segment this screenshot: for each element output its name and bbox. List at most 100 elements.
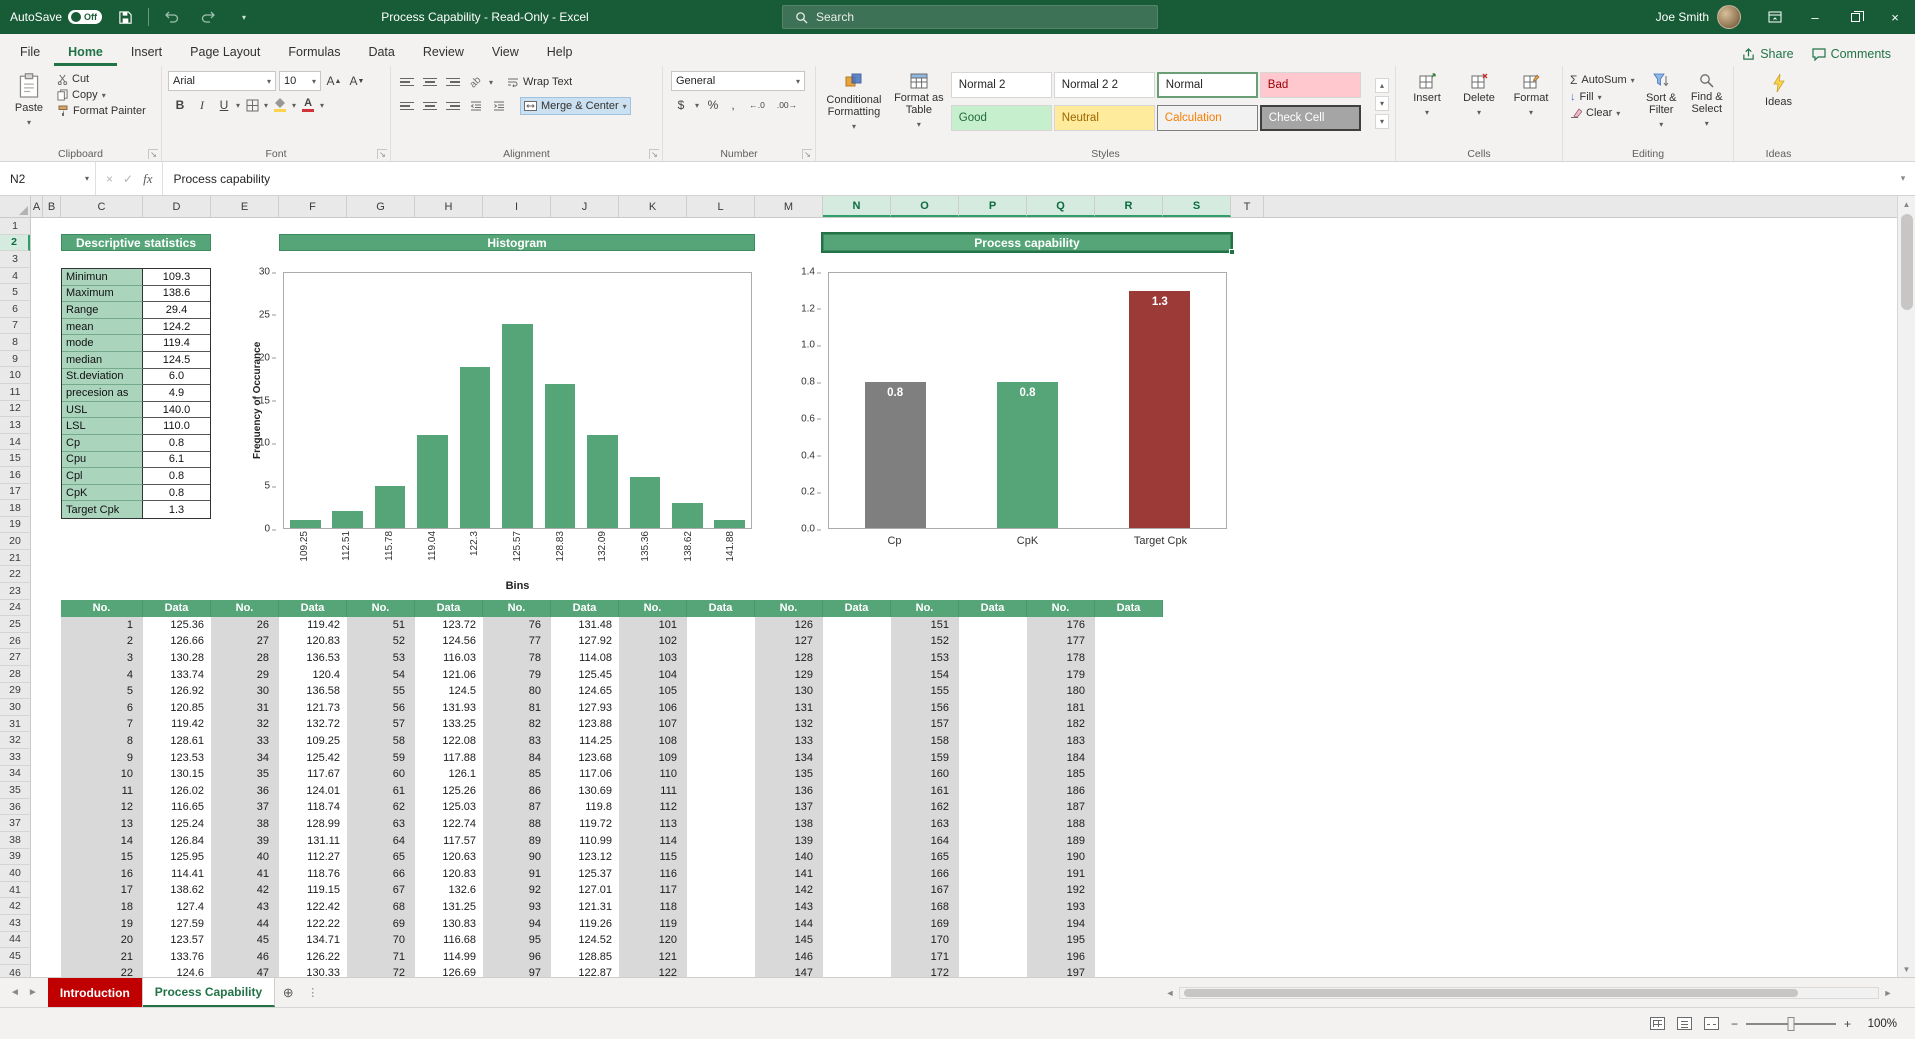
zoom-slider-thumb[interactable] [1787, 1017, 1794, 1031]
paste-button[interactable]: Paste▾ [4, 69, 54, 133]
no-cell[interactable]: 38 [211, 816, 279, 833]
data-cell[interactable]: 130.69 [551, 783, 619, 800]
data-cell[interactable]: 109.25 [279, 733, 347, 750]
font-size-select[interactable]: 10▾ [279, 71, 321, 91]
styles-scroll-down-button[interactable]: ▾ [1375, 96, 1389, 111]
font-name-select[interactable]: Arial▾ [168, 71, 276, 91]
data-cell[interactable] [823, 899, 891, 916]
no-cell[interactable]: 165 [891, 849, 959, 866]
no-cell[interactable]: 51 [347, 617, 415, 634]
comments-button[interactable]: Comments [1812, 47, 1891, 61]
row-header-1[interactable]: 1 [0, 218, 30, 235]
data-cell[interactable] [1095, 650, 1163, 667]
no-cell[interactable]: 80 [483, 683, 551, 700]
no-cell[interactable]: 82 [483, 716, 551, 733]
no-column-header[interactable]: No. [1027, 600, 1095, 617]
no-cell[interactable]: 44 [211, 915, 279, 932]
data-cell[interactable]: 117.06 [551, 766, 619, 783]
row-header-27[interactable]: 27 [0, 649, 30, 666]
scroll-right-arrow[interactable]: ► [1881, 986, 1895, 1000]
column-header-S[interactable]: S [1163, 196, 1231, 217]
no-cell[interactable]: 16 [61, 866, 143, 883]
data-cell[interactable]: 118.74 [279, 799, 347, 816]
data-cell[interactable]: 136.53 [279, 650, 347, 667]
data-cell[interactable]: 127.92 [551, 633, 619, 650]
data-cell[interactable] [959, 866, 1027, 883]
row-header-38[interactable]: 38 [0, 832, 30, 849]
no-cell[interactable]: 152 [891, 633, 959, 650]
no-cell[interactable]: 104 [619, 666, 687, 683]
data-cell[interactable] [1095, 832, 1163, 849]
no-cell[interactable]: 132 [755, 716, 823, 733]
no-cell[interactable]: 52 [347, 633, 415, 650]
cancel-icon[interactable]: × [106, 172, 113, 186]
ideas-button[interactable]: Ideas [1751, 69, 1807, 112]
comma-style-button[interactable]: , [727, 95, 739, 115]
borders-button[interactable] [242, 95, 262, 115]
data-cell[interactable] [687, 816, 755, 833]
no-cell[interactable]: 186 [1027, 783, 1095, 800]
data-cell[interactable] [959, 683, 1027, 700]
data-cell[interactable]: 122.74 [415, 816, 483, 833]
no-cell[interactable]: 67 [347, 882, 415, 899]
no-cell[interactable]: 143 [755, 899, 823, 916]
save-button[interactable] [112, 4, 138, 30]
row-header-14[interactable]: 14 [0, 434, 30, 451]
row-header-24[interactable]: 24 [0, 600, 30, 617]
stat-value[interactable]: 124.2 [143, 319, 210, 336]
data-cell[interactable] [823, 633, 891, 650]
no-cell[interactable]: 197 [1027, 965, 1095, 977]
scroll-up-arrow[interactable]: ▲ [1898, 196, 1915, 212]
row-header-40[interactable]: 40 [0, 865, 30, 882]
data-cell[interactable]: 127.93 [551, 700, 619, 717]
bar-target-cpk[interactable]: 1.3 [1129, 291, 1190, 528]
column-header-E[interactable]: E [211, 196, 279, 217]
top-align-button[interactable] [397, 72, 417, 92]
plot-area[interactable]: 0.80.81.3 [828, 272, 1227, 529]
no-cell[interactable]: 141 [755, 866, 823, 883]
font-dialog-launcher[interactable]: ↘ [377, 149, 387, 159]
no-cell[interactable]: 90 [483, 849, 551, 866]
clear-button[interactable]: Clear▾ [1567, 105, 1638, 121]
data-cell[interactable]: 124.6 [143, 965, 211, 977]
no-cell[interactable]: 69 [347, 915, 415, 932]
row-header-19[interactable]: 19 [0, 517, 30, 534]
no-cell[interactable]: 78 [483, 650, 551, 667]
column-header-O[interactable]: O [891, 196, 959, 217]
data-cell[interactable]: 117.88 [415, 749, 483, 766]
ribbon-tab-page-layout[interactable]: Page Layout [176, 39, 274, 66]
data-column-header[interactable]: Data [1095, 600, 1163, 617]
data-cell[interactable]: 138.62 [143, 882, 211, 899]
data-cell[interactable]: 119.72 [551, 816, 619, 833]
cell-style-normal-2-2[interactable]: Normal 2 2 [1054, 72, 1155, 98]
scroll-down-arrow[interactable]: ▼ [1898, 961, 1915, 977]
no-cell[interactable]: 130 [755, 683, 823, 700]
data-cell[interactable]: 123.53 [143, 749, 211, 766]
data-cell[interactable] [1095, 816, 1163, 833]
stat-label[interactable]: USL [62, 402, 143, 419]
styles-scroll-up-button[interactable]: ▴ [1375, 78, 1389, 93]
no-cell[interactable]: 56 [347, 700, 415, 717]
no-cell[interactable]: 106 [619, 700, 687, 717]
data-cell[interactable]: 121.31 [551, 899, 619, 916]
stat-value[interactable]: 4.9 [143, 385, 210, 402]
stat-value[interactable]: 124.5 [143, 352, 210, 369]
data-cell[interactable] [959, 766, 1027, 783]
row-header-18[interactable]: 18 [0, 500, 30, 517]
stat-label[interactable]: Range [62, 302, 143, 319]
no-cell[interactable]: 64 [347, 832, 415, 849]
data-cell[interactable]: 123.57 [143, 932, 211, 949]
no-cell[interactable]: 85 [483, 766, 551, 783]
ribbon-tab-home[interactable]: Home [54, 39, 117, 66]
data-cell[interactable]: 121.73 [279, 700, 347, 717]
enter-icon[interactable]: ✓ [123, 172, 133, 186]
row-header-9[interactable]: 9 [0, 351, 30, 368]
ribbon-tab-view[interactable]: View [478, 39, 533, 66]
no-cell[interactable]: 8 [61, 733, 143, 750]
no-cell[interactable]: 136 [755, 783, 823, 800]
number-format-select[interactable]: General▾ [671, 71, 805, 91]
no-cell[interactable]: 133 [755, 733, 823, 750]
no-cell[interactable]: 20 [61, 932, 143, 949]
data-cell[interactable] [687, 716, 755, 733]
autosave-toggle[interactable]: AutoSave Off [10, 10, 102, 24]
